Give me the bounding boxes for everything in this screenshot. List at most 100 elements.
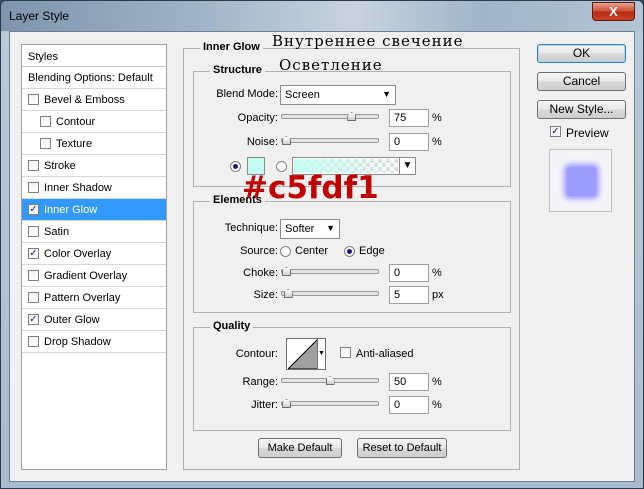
technique-value: Softer xyxy=(285,223,315,235)
choke-slider-thumb[interactable] xyxy=(282,267,291,276)
noise-unit: % xyxy=(432,136,442,148)
styles-item-inner-glow[interactable]: ✓ Inner Glow xyxy=(22,199,166,221)
blend-mode-value: Screen xyxy=(285,89,320,101)
jitter-input[interactable]: 0 xyxy=(389,396,429,414)
quality-title: Quality xyxy=(210,320,254,332)
styles-item-stroke[interactable]: Stroke xyxy=(22,155,166,177)
annotation-title-ru: Внутреннее свечение xyxy=(272,32,464,50)
styles-item-checkbox[interactable] xyxy=(28,335,39,347)
make-default-button[interactable]: Make Default xyxy=(258,438,342,458)
preview-checkbox[interactable]: ✓ xyxy=(550,126,561,137)
size-slider-thumb[interactable] xyxy=(283,289,293,298)
range-slider-thumb[interactable] xyxy=(325,376,335,385)
styles-list: Styles Blending Options: Default Bevel & … xyxy=(21,44,167,470)
size-unit: px xyxy=(432,289,444,301)
title-bar[interactable]: Layer Style X xyxy=(1,1,643,31)
styles-item-drop-shadow[interactable]: Drop Shadow xyxy=(22,331,166,353)
styles-item-checkbox[interactable] xyxy=(28,181,39,193)
technique-label: Technique: xyxy=(224,222,278,234)
styles-item-inner-shadow[interactable]: Inner Shadow xyxy=(22,177,166,199)
styles-item-label: Pattern Overlay xyxy=(44,292,121,304)
styles-item-checkbox[interactable] xyxy=(40,115,51,127)
range-label: Range: xyxy=(242,376,278,388)
styles-item-blending-options-default[interactable]: Blending Options: Default xyxy=(22,67,166,89)
window-title: Layer Style xyxy=(9,9,70,23)
styles-item-checkbox[interactable] xyxy=(28,269,39,281)
noise-label: Noise: xyxy=(246,136,278,148)
opacity-input[interactable]: 75 xyxy=(389,109,429,127)
styles-item-checkbox[interactable] xyxy=(28,225,39,237)
jitter-label: Jitter: xyxy=(251,399,278,411)
noise-input[interactable]: 0 xyxy=(389,133,429,151)
choke-label: Choke: xyxy=(243,267,278,279)
quality-group: Quality Contour: ▼ Anti-aliased Range: 5… xyxy=(193,320,511,431)
jitter-slider-thumb[interactable] xyxy=(282,399,291,408)
technique-dropdown[interactable]: Softer ▼ xyxy=(280,219,340,239)
source-center-radio[interactable] xyxy=(280,246,291,257)
styles-header[interactable]: Styles xyxy=(22,45,166,67)
dialog-client-area: Styles Blending Options: Default Bevel & … xyxy=(9,31,635,482)
preview-label: Preview xyxy=(566,126,609,140)
styles-item-satin[interactable]: Satin xyxy=(22,221,166,243)
opacity-label: Opacity: xyxy=(237,112,278,124)
styles-item-label: Inner Glow xyxy=(44,204,98,216)
range-slider[interactable] xyxy=(281,376,379,385)
styles-item-label: Drop Shadow xyxy=(44,336,111,348)
choke-input[interactable]: 0 xyxy=(389,264,429,282)
styles-item-checkbox[interactable] xyxy=(40,137,51,149)
styles-item-checkbox[interactable]: ✓ xyxy=(28,203,39,215)
styles-item-gradient-overlay[interactable]: Gradient Overlay xyxy=(22,265,166,287)
layer-style-window: Layer Style X Styles Blending Options: D… xyxy=(0,0,644,489)
chevron-down-icon[interactable]: ▼ xyxy=(399,158,415,174)
chevron-down-icon: ▼ xyxy=(382,89,391,99)
elements-group: Elements Technique: Softer ▼ Source: Cen… xyxy=(193,194,511,313)
annotation-blend-ru: Осветление xyxy=(279,56,383,74)
opacity-unit: % xyxy=(432,112,442,124)
styles-item-checkbox[interactable] xyxy=(28,93,39,105)
chevron-down-icon: ▼ xyxy=(326,223,335,233)
size-input[interactable]: 5 xyxy=(389,286,429,304)
noise-slider[interactable] xyxy=(281,136,379,145)
styles-item-checkbox[interactable] xyxy=(28,159,39,171)
styles-item-texture[interactable]: Texture xyxy=(22,133,166,155)
chevron-down-icon[interactable]: ▼ xyxy=(317,339,325,369)
styles-item-label: Inner Shadow xyxy=(44,182,112,194)
jitter-unit: % xyxy=(432,399,442,411)
anti-aliased-label: Anti-aliased xyxy=(356,348,414,360)
noise-slider-thumb[interactable] xyxy=(282,136,291,145)
styles-item-bevel-emboss[interactable]: Bevel & Emboss xyxy=(22,89,166,111)
opacity-slider-thumb[interactable] xyxy=(347,112,357,121)
cancel-button[interactable]: Cancel xyxy=(537,72,626,91)
blend-mode-dropdown[interactable]: Screen ▼ xyxy=(280,85,396,105)
ok-button[interactable]: OK xyxy=(537,44,626,63)
solid-color-radio[interactable] xyxy=(230,161,241,172)
styles-item-checkbox[interactable]: ✓ xyxy=(28,247,39,259)
preview-thumbnail xyxy=(549,149,612,212)
styles-item-label: Satin xyxy=(44,226,70,238)
reset-to-default-button[interactable]: Reset to Default xyxy=(357,438,447,458)
styles-item-outer-glow[interactable]: ✓ Outer Glow xyxy=(22,309,166,331)
styles-item-label: Color Overlay xyxy=(44,248,112,260)
source-label: Source: xyxy=(240,245,278,257)
source-center-label: Center xyxy=(295,245,329,257)
new-style-button[interactable]: New Style... xyxy=(537,100,626,119)
styles-item-checkbox[interactable]: ✓ xyxy=(28,313,39,325)
opacity-slider[interactable] xyxy=(281,112,379,121)
close-button[interactable]: X xyxy=(592,2,635,21)
choke-unit: % xyxy=(432,267,442,279)
styles-item-contour[interactable]: Contour xyxy=(22,111,166,133)
range-input[interactable]: 50 xyxy=(389,373,429,391)
source-edge-label: Edge xyxy=(359,245,385,257)
styles-item-color-overlay[interactable]: ✓ Color Overlay xyxy=(22,243,166,265)
styles-item-label: Outer Glow xyxy=(44,314,100,326)
anti-aliased-checkbox[interactable] xyxy=(340,347,351,358)
contour-picker[interactable]: ▼ xyxy=(286,338,326,370)
jitter-slider[interactable] xyxy=(281,399,379,408)
size-slider[interactable] xyxy=(281,289,379,298)
styles-item-checkbox[interactable] xyxy=(28,291,39,303)
styles-item-pattern-overlay[interactable]: Pattern Overlay xyxy=(22,287,166,309)
contour-curve-icon xyxy=(288,339,318,369)
choke-slider[interactable] xyxy=(281,267,379,276)
source-edge-radio[interactable] xyxy=(344,246,355,257)
styles-item-label: Contour xyxy=(56,116,96,128)
